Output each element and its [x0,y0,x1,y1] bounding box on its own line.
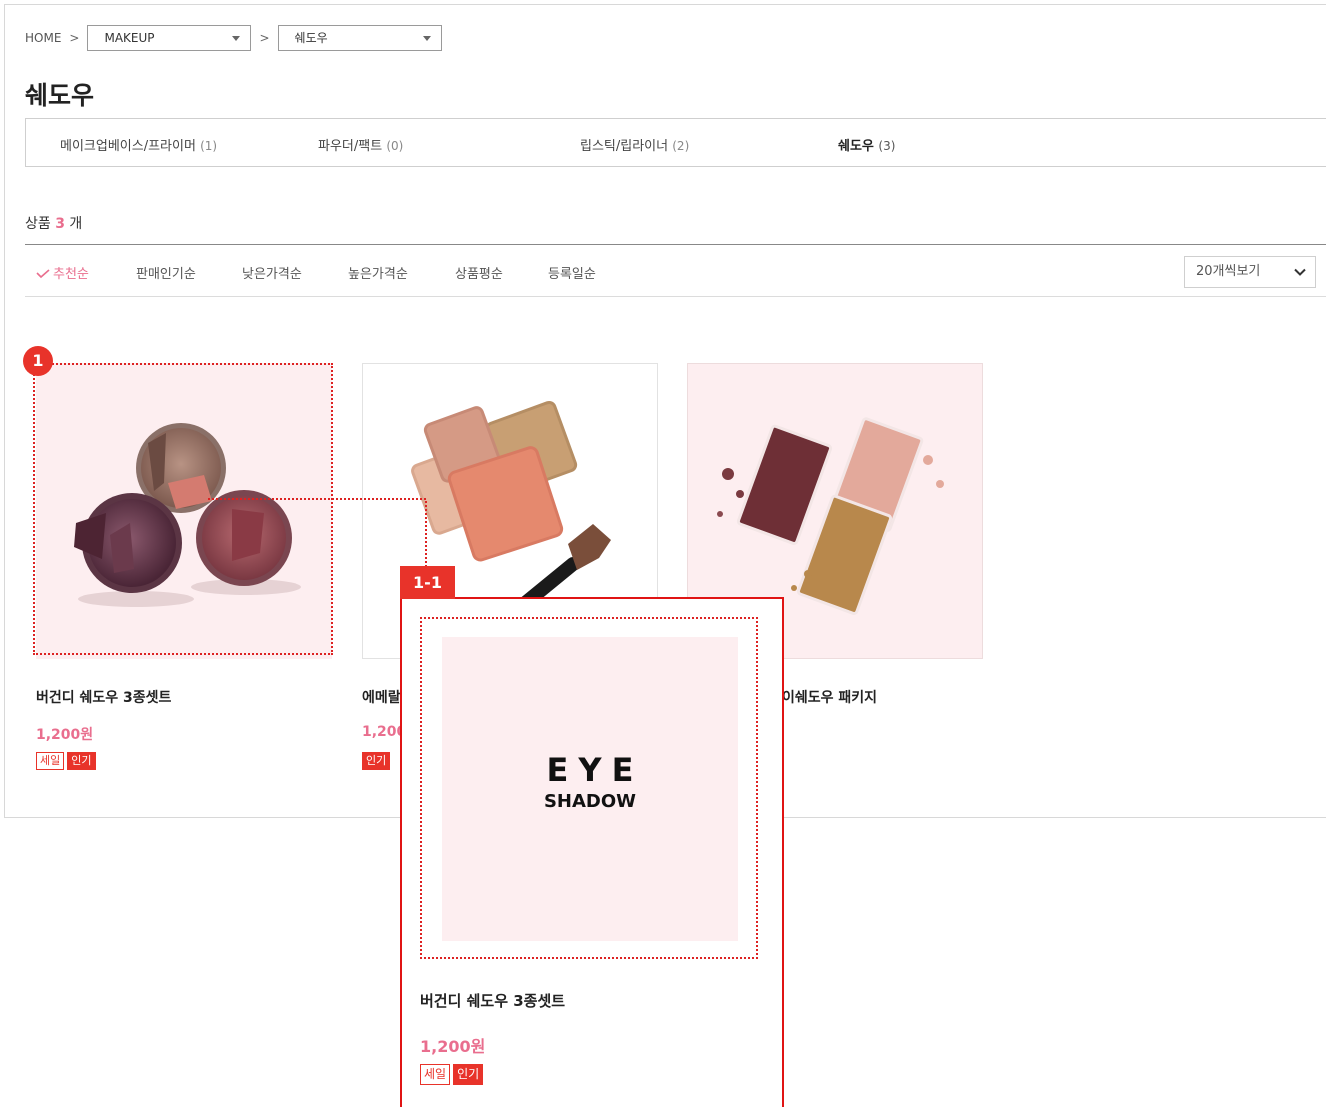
per-page-select[interactable]: 20개씩보기 [1184,256,1316,288]
product-count: 상품 3 개 [25,213,82,233]
sale-badge: 세일 [420,1064,451,1085]
popup-product-image-placeholder[interactable]: EYE SHADOW [442,637,738,941]
breadcrumb-home-link[interactable]: HOME [25,31,61,45]
caret-down-icon [422,36,431,41]
divider [25,244,1326,245]
sort-low-price[interactable]: 낮은가격순 [242,263,302,282]
category-tab-lipstick[interactable]: 립스틱/립라이너 (2) [580,135,689,154]
sort-high-price[interactable]: 높은가격순 [348,263,408,282]
sort-recommended[interactable]: 추천순 [36,263,89,282]
sale-badge: 세일 [36,752,65,770]
subcategory-select-value: 쉐도우 [294,31,328,45]
product-name[interactable]: 이쉐도우 패키지 [782,687,877,707]
product-name[interactable]: 에메랄 [362,687,401,707]
product-price: 1,200원 [36,727,94,743]
popup-product-badges: 세일 인기 [420,1064,484,1085]
annotation-connector [208,498,427,571]
category-tab-makeup-base[interactable]: 메이크업베이스/프라이머 (1) [60,135,217,154]
annotation-marker: 1 [23,346,53,376]
hot-badge: 인기 [362,752,391,770]
category-tab-powder-pact[interactable]: 파우더/팩트 (0) [318,135,403,154]
popup-product-name[interactable]: 버건디 쉐도우 3종셋트 [420,990,565,1011]
hot-badge: 인기 [67,752,96,770]
product-count-unit: 개 [69,216,83,232]
product-count-label: 상품 [25,216,51,232]
check-icon [36,269,50,279]
caret-down-icon [232,36,241,41]
breadcrumb-separator: > [259,31,270,45]
hot-badge: 인기 [453,1064,484,1085]
breadcrumb-separator: > [69,31,80,45]
product-badges: 세일 인기 [36,752,96,770]
page-title: 쉐도우 [25,81,95,110]
category-tab-count: (2) [672,139,690,153]
divider [25,296,1326,297]
sort-popular[interactable]: 판매인기순 [136,263,196,282]
sort-review[interactable]: 상품평순 [455,263,503,282]
category-tab-count: (3) [878,139,896,153]
category-tab-shadow[interactable]: 쉐도우 (3) [838,135,895,154]
sort-newest[interactable]: 등록일순 [548,263,596,282]
category-select[interactable]: MAKEUP [87,25,252,51]
per-page-value: 20개씩보기 [1196,264,1261,279]
popup-product-price: 1,200원 [420,1037,486,1056]
placeholder-subtitle: SHADOW [543,791,637,812]
placeholder-title: EYE [546,751,644,789]
category-select-value: MAKEUP [104,31,155,45]
category-tab-label: 립스틱/립라이너 [580,139,669,154]
sort-label: 추천순 [53,267,89,282]
category-tab-count: (0) [386,139,404,153]
product-name[interactable]: 버건디 쉐도우 3종셋트 [36,687,171,707]
category-tab-count: (1) [200,139,218,153]
chevron-down-icon [1294,268,1306,276]
product-count-number: 3 [55,216,65,232]
category-tab-label: 쉐도우 [838,139,874,154]
popup-tag: 1-1 [400,566,455,599]
product-badges: 인기 [362,752,391,770]
category-tabs: 메이크업베이스/프라이머 (1) 파우더/팩트 (0) 립스틱/립라이너 (2)… [25,118,1326,167]
breadcrumb: HOME > MAKEUP > 쉐도우 [25,25,450,51]
category-tab-label: 메이크업베이스/프라이머 [60,139,196,154]
subcategory-select[interactable]: 쉐도우 [277,25,442,51]
category-tab-label: 파우더/팩트 [318,139,383,154]
